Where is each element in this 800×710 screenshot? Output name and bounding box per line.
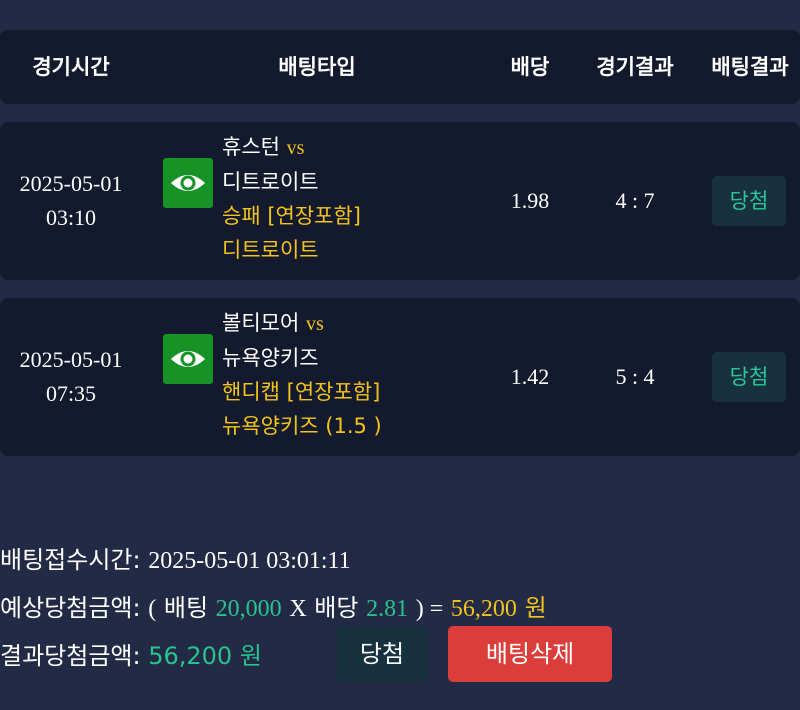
bet-row: 2025-05-01 07:35 볼티모어 vs 뉴욕양키즈 핸디캡 [연장포함… (0, 298, 800, 456)
game-time: 07:35 (45, 381, 97, 406)
view-game-button[interactable] (163, 334, 213, 384)
away-team: 디트로이트 (222, 170, 319, 194)
times-sign: X (289, 596, 307, 622)
header-bet-result: 배팅결과 (711, 55, 789, 79)
bet-pick: 뉴욕양키즈 (1.5 ) (222, 414, 382, 438)
win-button[interactable]: 당첨 (337, 626, 427, 682)
header-odds: 배당 (510, 55, 550, 79)
expected-payout-label: 예상당첨금액: (0, 594, 141, 622)
bet-row: 2025-05-01 03:10 휴스턴 vs 디트로이트 승패 [연장포함] … (0, 122, 800, 280)
header-game-result: 경기결과 (596, 55, 674, 79)
bet-amount: 20,000 (215, 596, 282, 622)
result-payout-label: 결과당첨금액: (0, 642, 141, 670)
result-payout-line: 결과당첨금액: 56,200 원 (0, 636, 262, 671)
result-payout-amount: 56,200 원 (148, 642, 262, 670)
eye-icon (171, 351, 205, 367)
game-score: 5 : 4 (615, 364, 655, 389)
market-type: 승패 [연장포함] (222, 204, 361, 228)
expected-payout-line: 예상당첨금액: ( 배팅 20,000 X 배당 2.81 ) = 56,200… (0, 588, 547, 623)
bet-type-cell: 볼티모어 vs 뉴욕양키즈 핸디캡 [연장포함] 뉴욕양키즈 (1.5 ) (222, 306, 382, 443)
close-paren-equals: ) = (415, 596, 444, 622)
vs-label: vs (305, 313, 324, 335)
delete-bet-button[interactable]: 배팅삭제 (448, 626, 612, 682)
game-date: 2025-05-01 (19, 347, 123, 372)
header-bet-type: 배팅타입 (278, 55, 356, 79)
bet-result-badge: 당첨 (712, 352, 786, 402)
bet-amount-label: 배팅 (163, 594, 209, 622)
vs-label: vs (286, 137, 305, 159)
odds-value: 1.42 (510, 364, 550, 389)
view-game-button[interactable] (163, 158, 213, 208)
header-game-time: 경기시간 (32, 55, 110, 79)
game-date: 2025-05-01 (19, 171, 123, 196)
received-time-value: 2025-05-01 03:01:11 (148, 548, 351, 574)
home-team: 볼티모어 (222, 311, 300, 335)
total-odds-label: 배당 (314, 594, 359, 622)
bet-result-badge: 당첨 (712, 176, 786, 226)
bet-pick: 디트로이트 (222, 238, 319, 262)
game-time: 03:10 (45, 205, 97, 230)
bet-type-cell: 휴스턴 vs 디트로이트 승패 [연장포함] 디트로이트 (222, 130, 361, 267)
bet-received-time-line: 배팅접수시간: 2025-05-01 03:01:11 (0, 540, 351, 575)
game-time-cell: 2025-05-01 07:35 (0, 343, 142, 411)
away-team: 뉴욕양키즈 (222, 346, 319, 370)
game-time-cell: 2025-05-01 03:10 (0, 167, 142, 235)
bet-table-header: 경기시간 배팅타입 배당 경기결과 배팅결과 (0, 30, 800, 104)
expected-amount: 56,200 (450, 596, 517, 622)
market-type: 핸디캡 [연장포함] (222, 380, 381, 404)
won-unit: 원 (524, 594, 547, 622)
odds-value: 1.98 (510, 188, 550, 213)
open-paren: ( (148, 596, 157, 622)
eye-icon (171, 175, 205, 191)
home-team: 휴스턴 (222, 135, 280, 159)
game-score: 4 : 7 (615, 188, 655, 213)
total-odds: 2.81 (366, 596, 409, 622)
received-time-label: 배팅접수시간: (0, 546, 141, 574)
